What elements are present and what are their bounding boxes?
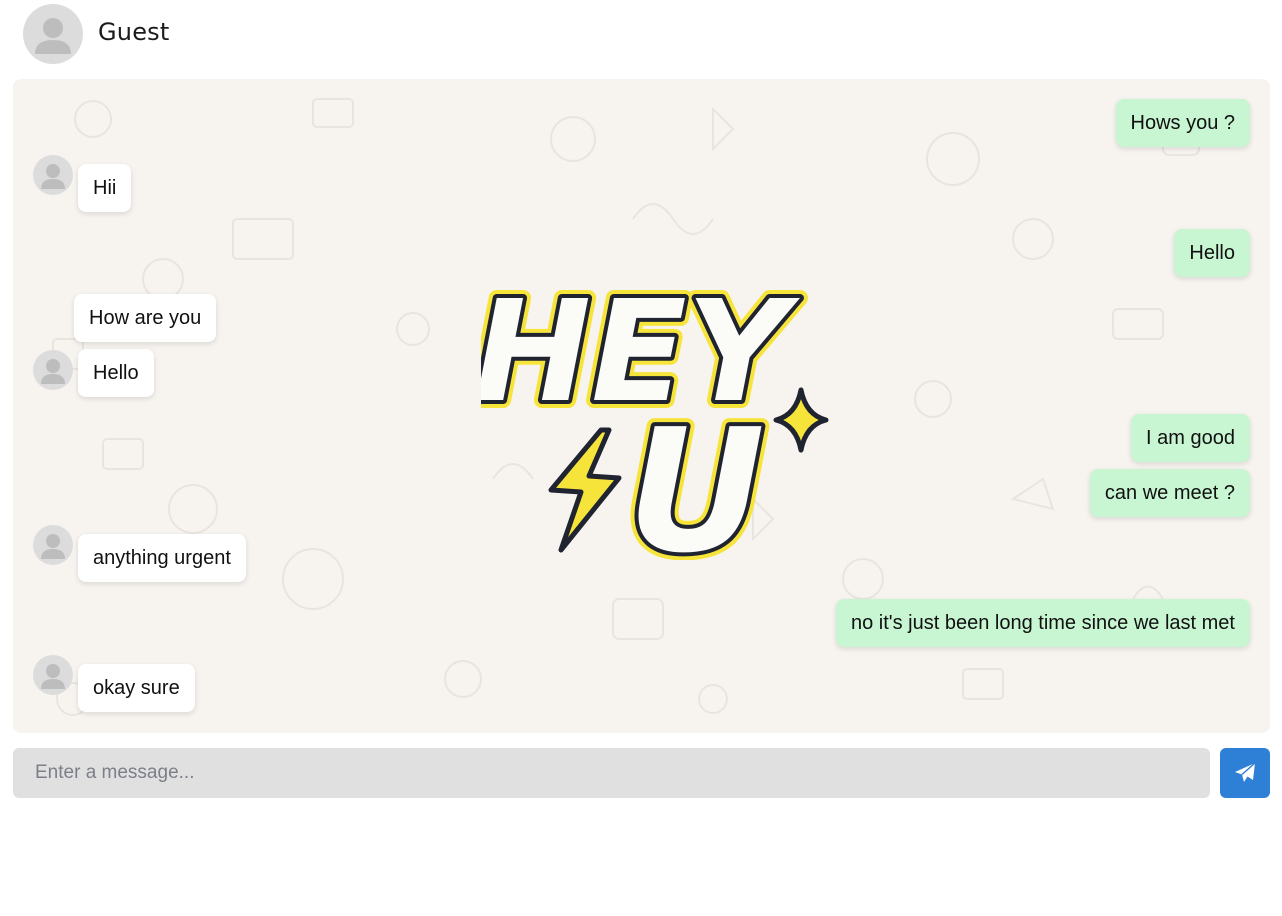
sender-avatar-icon (33, 155, 73, 195)
hey-u-sticker: HEY HEY HEY U U U (481, 263, 829, 560)
chat-header: Guest (0, 0, 1282, 68)
lightning-bolt-icon (548, 427, 622, 553)
message-incoming[interactable]: Hello (78, 349, 154, 397)
send-button[interactable] (1220, 748, 1270, 798)
message-incoming[interactable]: Hii (78, 164, 132, 212)
message-incoming[interactable]: okay sure (78, 664, 195, 712)
message-outgoing[interactable]: Hows you ? (1115, 99, 1250, 147)
sender-avatar-icon (33, 350, 73, 390)
contact-name: Guest (98, 18, 170, 46)
paper-plane-icon (1235, 762, 1256, 782)
sender-avatar-icon (33, 655, 73, 695)
user-avatar-icon[interactable] (23, 4, 83, 64)
message-incoming[interactable]: How are you (74, 294, 217, 342)
message-outgoing[interactable]: Hello (1174, 229, 1250, 277)
chat-window[interactable]: HEY HEY HEY U U U Hows you ? Hii Hello H… (13, 79, 1270, 733)
message-incoming[interactable]: anything urgent (78, 534, 246, 582)
sticker-line2-face: U (627, 393, 765, 560)
message-input[interactable] (13, 748, 1210, 798)
message-outgoing[interactable]: can we meet ? (1089, 469, 1250, 517)
message-outgoing[interactable]: no it's just been long time since we las… (835, 599, 1250, 647)
message-outgoing[interactable]: I am good (1131, 414, 1250, 462)
sender-avatar-icon (33, 525, 73, 565)
message-input-container[interactable] (13, 748, 1210, 798)
